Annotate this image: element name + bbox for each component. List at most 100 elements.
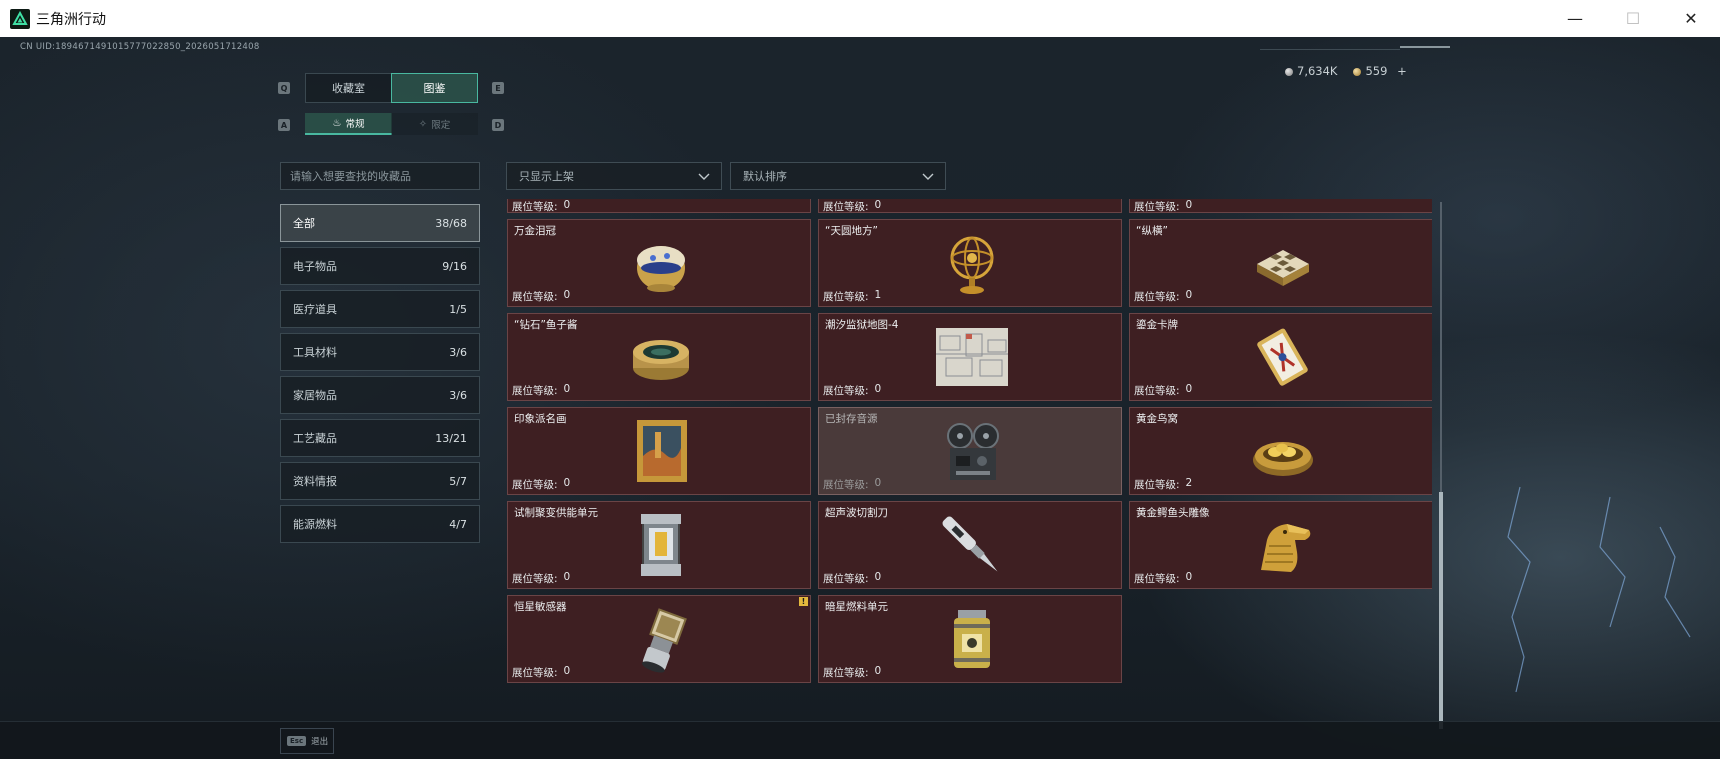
armillary-sphere-icon [950, 236, 994, 294]
category-item[interactable]: 家居物品 3/6 [280, 376, 480, 414]
display-level-value: 0 [874, 571, 882, 583]
collection-card[interactable]: “钻石”鱼子酱 展位等级: 0 [507, 313, 811, 401]
display-level-label: 展位等级: [1134, 573, 1180, 585]
tab-limited[interactable]: ✧ 限定 [391, 113, 478, 135]
tab-label: 常规 [345, 119, 365, 130]
item-name: 鎏金卡牌 [1136, 319, 1178, 331]
sort-dropdown[interactable]: 默认排序 [730, 162, 946, 190]
tab-label: 收藏室 [332, 82, 365, 95]
tab-regular[interactable]: ♨ 常规 [305, 113, 392, 135]
uid-label: CN UID:1894671491015777022850_2026051712… [20, 42, 260, 52]
collection-card[interactable]: “纵横” 展位等级: 0 [1129, 219, 1432, 307]
collection-card[interactable]: 超声波切割刀 展位等级: 0 [818, 501, 1122, 589]
search-input[interactable]: 请输入想要查找的收藏品 [280, 162, 480, 190]
display-level-label: 展位等级: [512, 667, 558, 679]
collection-card[interactable]: “天圆地方” 展位等级: 1 [818, 219, 1122, 307]
silver-coin-icon [1285, 67, 1293, 76]
gold-coin-icon [1353, 67, 1362, 76]
category-item[interactable]: 能源燃料 4/7 [280, 505, 480, 543]
display-level-label: 展位等级: [823, 385, 869, 397]
category-item[interactable]: 资料情报 5/7 [280, 462, 480, 500]
exit-button[interactable]: Esc 退出 [280, 728, 334, 754]
category-count: 38/68 [435, 216, 467, 230]
category-label: 家居物品 [293, 389, 337, 402]
display-level-label: 展位等级: [512, 479, 558, 491]
key-hint-e: E [492, 82, 504, 94]
category-count: 5/7 [449, 474, 467, 488]
maximize-button[interactable]: ☐ [1604, 0, 1662, 37]
display-level: 展位等级: 2 [1134, 477, 1192, 492]
gold-crocodile-icon [1261, 524, 1311, 572]
collection-card[interactable]: 鎏金卡牌展位等级: 0 [1129, 313, 1432, 401]
gilded-card-icon [1257, 328, 1308, 386]
key-hint-d: D [492, 119, 504, 131]
tab-codex[interactable]: 图鉴 [391, 73, 478, 103]
category-item[interactable]: 医疗道具 1/5 [280, 290, 480, 328]
display-level: 展位等级: 0 [512, 665, 570, 680]
collection-card[interactable]: 万金泪冠 展位等级: 0 [507, 219, 811, 307]
delta-force-logo-icon [10, 8, 30, 29]
bottom-bar: Esc 退出 [0, 721, 1720, 759]
category-item[interactable]: 工艺藏品 13/21 [280, 419, 480, 457]
category-count: 4/7 [449, 517, 467, 531]
category-item[interactable]: 工具材料 3/6 [280, 333, 480, 371]
display-level: 展位等级: 0 [823, 571, 881, 586]
tab-collection-room[interactable]: 收藏室 [305, 73, 392, 103]
display-level-label: 展位等级: [823, 291, 869, 303]
display-level-value: 0 [563, 289, 571, 301]
item-name: “天圆地方” [825, 225, 878, 237]
collection-card-partial[interactable]: 展位等级: 0 [1129, 199, 1432, 213]
collection-card-partial[interactable]: 展位等级: 0 [507, 199, 811, 213]
collection-card[interactable]: 已封存音源 展位等级: 0 [818, 407, 1122, 495]
display-level-label: 展位等级: [512, 201, 558, 213]
item-name: 潮汐监狱地图-4 [825, 319, 899, 331]
collection-card[interactable]: 试制聚变供能单元 展位等级: 0 [507, 501, 811, 589]
display-level-value: 2 [1185, 477, 1193, 489]
display-level: 展位等级: 0 [512, 477, 570, 492]
item-name: 印象派名画 [514, 413, 567, 425]
shelf-filter-dropdown[interactable]: 只显示上架 [506, 162, 722, 190]
currency-display: 7,634K 559 + [1285, 64, 1407, 78]
category-item[interactable]: 电子物品 9/16 [280, 247, 480, 285]
collection-card-partial[interactable]: 展位等级: 0 [818, 199, 1122, 213]
item-name: 万金泪冠 [514, 225, 556, 237]
display-level-label: 展位等级: [1134, 479, 1180, 491]
display-level-value: 0 [874, 199, 882, 211]
collection-card[interactable]: 印象派名画展位等级: 0 [507, 407, 811, 495]
collection-card[interactable]: 潮汐监狱地图-4 展位等级: 0 [818, 313, 1122, 401]
minimize-button[interactable]: — [1546, 0, 1604, 37]
window-titlebar: 三角洲行动 — ☐ ✕ [0, 0, 1720, 37]
collection-card[interactable]: 黄金鸟窝 展位等级: 2 [1129, 407, 1432, 495]
jeweled-egg-icon [637, 246, 685, 292]
display-level-value: 0 [563, 199, 571, 211]
display-level-value: 0 [1185, 289, 1193, 301]
display-level: 展位等级: 0 [823, 477, 881, 492]
star-sensor-icon [641, 608, 687, 673]
close-button[interactable]: ✕ [1662, 0, 1720, 37]
painting-icon [637, 420, 687, 482]
collection-card[interactable]: 黄金鳄鱼头雕像 展位等级: 0 [1129, 501, 1432, 589]
item-name: 暗星燃料单元 [825, 601, 888, 613]
display-level-value: 0 [563, 571, 571, 583]
sort-label: 默认排序 [743, 170, 787, 183]
display-level-value: 0 [563, 383, 571, 395]
category-label: 工艺藏品 [293, 432, 337, 445]
display-level: 展位等级: 1 [823, 289, 881, 304]
collection-card[interactable]: 恒星敏感器 展位等级: 0! [507, 595, 811, 683]
window-title: 三角洲行动 [36, 11, 106, 28]
category-count: 13/21 [435, 431, 467, 445]
add-currency-button[interactable]: + [1397, 64, 1407, 78]
display-level-value: 0 [1185, 199, 1193, 211]
display-level-label: 展位等级: [512, 385, 558, 397]
scrollbar-thumb[interactable] [1439, 492, 1443, 729]
display-level-value: 0 [1185, 383, 1193, 395]
display-level: 展位等级: 0 [1134, 383, 1192, 398]
collection-card[interactable]: 暗星燃料单元 展位等级: 0 [818, 595, 1122, 683]
silver-currency: 7,634K [1285, 64, 1337, 78]
category-count: 1/5 [449, 302, 467, 316]
chevron-down-icon [698, 173, 710, 180]
flame-icon: ♨ [332, 117, 342, 129]
category-item[interactable]: 全部 38/68 [280, 204, 480, 242]
display-level: 展位等级: 0 [512, 383, 570, 398]
collection-grid: 展位等级: 0 展位等级: 0 展位等级: 0 万金泪冠 展位等级: 0 “天圆地方” 展位等级: 1… [507, 199, 1432, 729]
